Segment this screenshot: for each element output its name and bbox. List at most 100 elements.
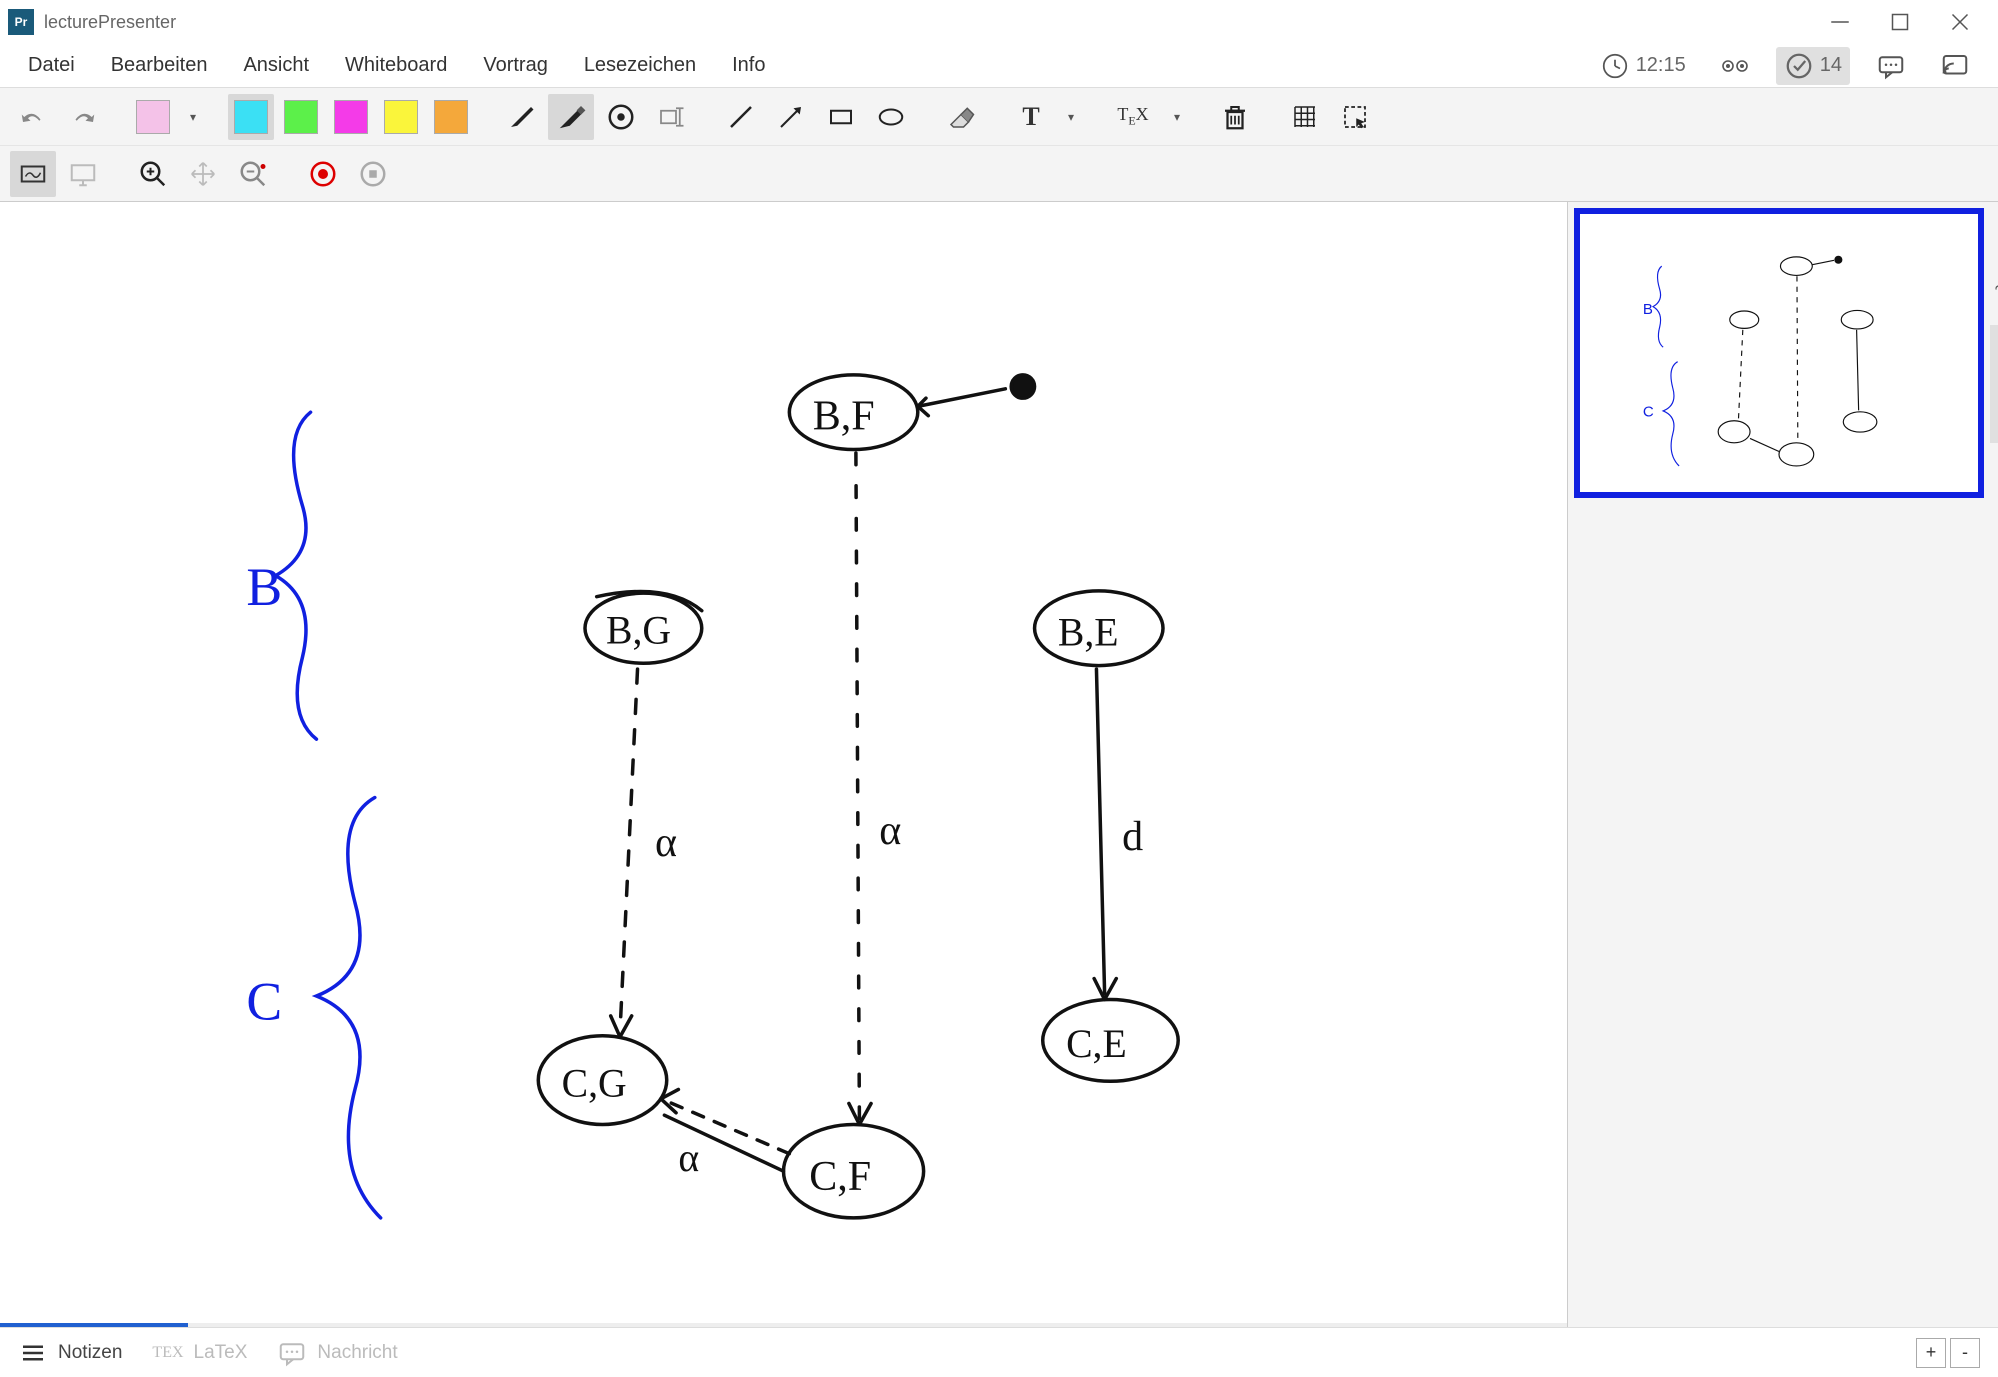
latex-prefix: TEX — [152, 1344, 183, 1362]
node-bf: B,F — [813, 394, 875, 440]
menu-whiteboard[interactable]: Whiteboard — [327, 48, 465, 83]
menu-vortrag[interactable]: Vortrag — [465, 48, 565, 83]
node-be: B,E — [1058, 611, 1119, 655]
cast-button[interactable] — [1932, 47, 1978, 85]
stop-button[interactable] — [350, 151, 396, 197]
target-icon — [606, 102, 636, 132]
arrow-icon — [776, 102, 806, 132]
grid-tool[interactable] — [1282, 94, 1328, 140]
chat-icon — [277, 1338, 307, 1368]
undo-icon — [18, 102, 48, 132]
quiz-count: 14 — [1820, 54, 1842, 77]
maximize-button[interactable] — [1870, 2, 1930, 42]
pointer-tool[interactable] — [598, 94, 644, 140]
close-button[interactable] — [1930, 2, 1990, 42]
eraser-icon — [946, 102, 976, 132]
menu-icon — [18, 1338, 48, 1368]
pen-tool[interactable] — [498, 94, 544, 140]
main-area: B C B,F B,G B,E C,G C,F — [0, 202, 1998, 1327]
footer-bar: Notizen TEX LaTeX Nachricht + - — [0, 1327, 1998, 1377]
side-panel: BC SE1 Quiz Whiteboard-0 — [1568, 202, 1998, 1327]
color-swatch-1[interactable] — [130, 94, 176, 140]
message-toggle[interactable]: Nachricht — [277, 1338, 397, 1368]
select-tool[interactable] — [1332, 94, 1378, 140]
text-select-tool[interactable] — [648, 94, 694, 140]
zoom-in-button[interactable] — [130, 151, 176, 197]
latex-tool[interactable]: TEX — [1106, 94, 1160, 140]
latex-dropdown[interactable]: ▾ — [1164, 94, 1188, 140]
trash-icon — [1220, 102, 1250, 132]
node-cf: C,F — [809, 1154, 871, 1200]
thumb-zoom-in[interactable]: + — [1916, 1338, 1946, 1368]
edge-label-3: α — [678, 1136, 699, 1180]
edge-label-0: α — [655, 820, 677, 866]
whiteboard-canvas[interactable]: B C B,F B,G B,E C,G C,F — [0, 202, 1567, 1323]
minimize-button[interactable] — [1810, 2, 1870, 42]
eraser-tool[interactable] — [938, 94, 984, 140]
menu-bar: Datei Bearbeiten Ansicht Whiteboard Vort… — [0, 44, 1998, 88]
menu-ansicht[interactable]: Ansicht — [225, 48, 327, 83]
notes-toggle[interactable]: Notizen — [18, 1338, 122, 1368]
text-dropdown[interactable]: ▾ — [1058, 94, 1082, 140]
text-tool[interactable]: T — [1008, 94, 1054, 140]
latex-toggle[interactable]: TEX LaTeX — [152, 1342, 247, 1364]
eyes-icon — [1720, 51, 1750, 81]
side-tabs: SE1 Quiz Whiteboard-0 — [1990, 202, 1998, 1327]
record-button[interactable] — [300, 151, 346, 197]
app-title: lecturePresenter — [44, 12, 176, 33]
delete-tool[interactable] — [1212, 94, 1258, 140]
menu-bearbeiten[interactable]: Bearbeiten — [93, 48, 226, 83]
monitor-icon — [68, 159, 98, 189]
arrow-tool[interactable] — [768, 94, 814, 140]
color-dropdown[interactable]: ▾ — [180, 94, 204, 140]
redo-button[interactable] — [60, 94, 106, 140]
tab-whiteboard[interactable]: Whiteboard-0 — [1990, 325, 1998, 443]
rect-tool[interactable] — [818, 94, 864, 140]
record-icon — [308, 159, 338, 189]
line-tool[interactable] — [718, 94, 764, 140]
pan-button[interactable] — [180, 151, 226, 197]
notes-label: Notizen — [58, 1342, 122, 1364]
thumbnail-list: BC — [1568, 202, 1990, 1327]
clock-icon — [1600, 51, 1630, 81]
tab-quiz[interactable]: Quiz — [1990, 266, 1998, 325]
color-swatch-5[interactable] — [378, 94, 424, 140]
clock-display: 12:15 — [1592, 47, 1694, 85]
progress-bar — [0, 1323, 1567, 1327]
redo-icon — [68, 102, 98, 132]
ellipse-tool[interactable] — [868, 94, 914, 140]
presentation-view-button[interactable] — [60, 151, 106, 197]
zoom-out-icon — [238, 159, 268, 189]
menu-datei[interactable]: Datei — [10, 48, 93, 83]
whiteboard-view-button[interactable] — [10, 151, 56, 197]
chat-icon — [1876, 51, 1906, 81]
label-c: C — [246, 971, 282, 1031]
color-swatch-6[interactable] — [428, 94, 474, 140]
zoom-out-button[interactable] — [230, 151, 276, 197]
color-swatch-3[interactable] — [278, 94, 324, 140]
eyes-button[interactable] — [1712, 47, 1758, 85]
highlighter-icon — [556, 102, 586, 132]
view-toolbar — [0, 146, 1998, 202]
menu-info[interactable]: Info — [714, 48, 783, 83]
color-swatch-2[interactable] — [228, 94, 274, 140]
svg-text:B: B — [1643, 301, 1653, 318]
thumb-zoom-out[interactable]: - — [1950, 1338, 1980, 1368]
color-swatch-4[interactable] — [328, 94, 374, 140]
quiz-counter[interactable]: 14 — [1776, 47, 1850, 85]
whiteboard-icon — [18, 159, 48, 189]
svg-text:C: C — [1643, 404, 1654, 421]
slide-thumbnail[interactable]: BC — [1574, 208, 1984, 498]
tab-se1[interactable]: SE1 — [1990, 210, 1998, 266]
edge-label-2: d — [1122, 814, 1143, 860]
menu-lesezeichen[interactable]: Lesezeichen — [566, 48, 714, 83]
title-bar: Pr lecturePresenter — [0, 0, 1998, 44]
highlighter-tool[interactable] — [548, 94, 594, 140]
chat-button[interactable] — [1868, 47, 1914, 85]
edge-label-1: α — [879, 808, 901, 854]
stop-icon — [358, 159, 388, 189]
undo-button[interactable] — [10, 94, 56, 140]
grid-icon — [1290, 102, 1320, 132]
message-label: Nachricht — [317, 1342, 397, 1364]
pen-icon — [506, 102, 536, 132]
